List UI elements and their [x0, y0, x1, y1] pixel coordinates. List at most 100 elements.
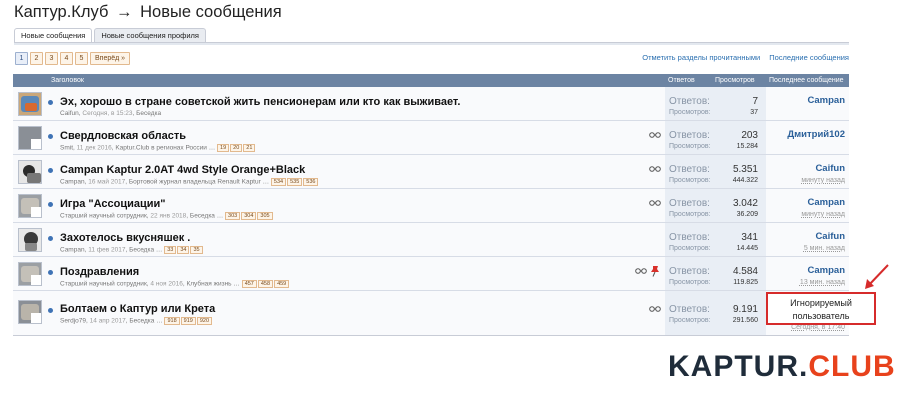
- page-link-3[interactable]: 3: [45, 52, 58, 65]
- last-post-user[interactable]: Caifun: [815, 231, 845, 242]
- page-link-5[interactable]: 5: [75, 52, 88, 65]
- thread-author[interactable]: Smit: [60, 145, 73, 152]
- thread-title-link[interactable]: Эх, хорошо в стране советской жить пенси…: [60, 96, 460, 108]
- tab-new-messages[interactable]: Новые сообщения: [14, 28, 93, 43]
- thread-author[interactable]: Campan: [60, 247, 85, 254]
- thread-date: 22 янв 2018: [150, 212, 187, 220]
- red-arrow-icon: [865, 264, 889, 289]
- tabs: Новые сообщения Новые сообщения профиля: [14, 28, 208, 43]
- page-jump-link[interactable]: 920: [196, 317, 213, 325]
- thread-author[interactable]: Старший научный сотрудник: [60, 281, 147, 288]
- glasses-icon: [649, 132, 661, 138]
- views-count: 36.209: [736, 211, 758, 218]
- tab-new-profile-messages[interactable]: Новые сообщения профиля: [94, 28, 206, 43]
- page-link-4[interactable]: 4: [60, 52, 73, 65]
- page-jump-link[interactable]: 534: [270, 178, 287, 186]
- last-post-user[interactable]: Campan: [808, 197, 845, 208]
- unread-dot-icon: [48, 134, 53, 139]
- page-link-1[interactable]: 1: [15, 52, 28, 65]
- views-count: 119.825: [733, 279, 758, 286]
- thread-forum[interactable]: Клубная жизнь: [186, 281, 231, 288]
- header-last-post[interactable]: Последнее сообщение: [769, 74, 844, 87]
- last-post-user[interactable]: Caifun: [815, 163, 845, 174]
- avatar[interactable]: [18, 228, 42, 252]
- replies-label: Ответов:: [669, 198, 710, 209]
- last-post-user[interactable]: Campan: [808, 95, 845, 106]
- page-jump-link[interactable]: 34: [177, 246, 190, 254]
- page-jump-link[interactable]: 20: [230, 144, 243, 152]
- page-jump-link[interactable]: 305: [257, 212, 273, 220]
- thread-forum[interactable]: Беседка: [129, 318, 154, 325]
- logo-part-kaptur: KAPTUR.: [668, 350, 809, 383]
- avatar[interactable]: [18, 262, 42, 286]
- last-post-time[interactable]: минуту назад: [801, 211, 845, 218]
- page-jump-link[interactable]: 535: [287, 178, 303, 186]
- glasses-icon: [649, 200, 661, 206]
- thread-title-link[interactable]: Болтаем о Каптур или Крета: [60, 303, 215, 315]
- thread-row: Свердловская область Smit, 11 дек 2016, …: [13, 121, 849, 155]
- page-jump-link[interactable]: 19: [217, 144, 230, 152]
- replies-label: Ответов:: [669, 304, 710, 315]
- thread-title-link[interactable]: Захотелось вкусняшек .: [60, 232, 190, 244]
- page-jump-link[interactable]: 458: [257, 280, 274, 288]
- page-jump-link[interactable]: 33: [164, 246, 177, 254]
- page-jump-link[interactable]: 457: [241, 280, 257, 288]
- latest-messages-link[interactable]: Последние сообщения: [769, 53, 849, 62]
- thread-row: Игра "Ассоциации" Старший научный сотруд…: [13, 189, 849, 223]
- thread-forum[interactable]: Беседка: [190, 213, 215, 220]
- avatar[interactable]: [18, 126, 42, 150]
- avatar[interactable]: [18, 160, 42, 184]
- views-label: Просмотров:: [669, 279, 711, 286]
- thread-author[interactable]: Caifun: [60, 110, 79, 117]
- thread-forum[interactable]: Беседка: [129, 247, 154, 254]
- replies-count: 4.584: [732, 266, 758, 277]
- thread-date: 16 май 2017: [88, 178, 126, 186]
- thread-stats: Ответов: 7 Просмотров: 37: [665, 87, 766, 120]
- glasses-icon: [635, 268, 647, 274]
- page-jump-link[interactable]: 536: [303, 178, 319, 186]
- page-link-2[interactable]: 2: [30, 52, 43, 65]
- breadcrumb-current: Новые сообщения: [140, 3, 282, 21]
- page-jump-link[interactable]: 919: [180, 317, 196, 325]
- ignored-line-2: пользователь: [792, 311, 850, 321]
- avatar[interactable]: [18, 92, 42, 116]
- thread-author[interactable]: Старший научный сотрудник: [60, 213, 147, 220]
- thread-author[interactable]: Serdjo79: [60, 318, 86, 325]
- next-page-button[interactable]: Вперёд »: [90, 52, 131, 65]
- last-post-time[interactable]: 13 мин. назад: [800, 279, 845, 286]
- page-jump-link[interactable]: 21: [243, 144, 256, 152]
- last-post-time[interactable]: Сегодня, в 17:40: [791, 324, 845, 331]
- avatar[interactable]: [18, 194, 42, 218]
- page-jump-link[interactable]: 304: [241, 212, 257, 220]
- mark-read-link[interactable]: Отметить разделы прочитанными: [642, 53, 760, 62]
- glasses-icon: [649, 306, 661, 312]
- last-post-user[interactable]: Campan: [808, 265, 845, 276]
- breadcrumb-forum-link[interactable]: Каптур.Клуб: [14, 3, 108, 21]
- page-jump-link[interactable]: 918: [164, 317, 180, 325]
- page-jump-link[interactable]: 35: [190, 246, 203, 254]
- thread-title-link[interactable]: Свердловская область: [60, 130, 186, 142]
- last-post-time[interactable]: минуту назад: [801, 177, 845, 184]
- thread-row: Болтаем о Каптур или Крета Serdjo79, 14 …: [13, 291, 849, 336]
- header-views[interactable]: Просмотров: [715, 74, 755, 87]
- thread-forum[interactable]: Бортовой журнал владельца Renault Kaptur: [129, 179, 261, 186]
- replies-label: Ответов:: [669, 232, 710, 243]
- thread-forum[interactable]: Kaptur.Club в регионах России: [115, 145, 207, 152]
- thread-title-link[interactable]: Campan Kaptur 2.0AT 4wd Style Orange+Bla…: [60, 164, 305, 176]
- last-post-user[interactable]: Дмитрий102: [787, 129, 845, 140]
- header-title[interactable]: Заголовок: [51, 74, 84, 87]
- page-jump-link[interactable]: 303: [225, 212, 241, 220]
- thread-title-link[interactable]: Поздравления: [60, 266, 139, 278]
- thread-row: Эх, хорошо в стране советской жить пенси…: [13, 87, 849, 121]
- header-replies[interactable]: Ответов: [668, 74, 695, 87]
- page-jump-link[interactable]: 459: [274, 280, 290, 288]
- last-post-time[interactable]: 5 мин. назад: [804, 245, 845, 252]
- views-count: 37: [750, 109, 758, 116]
- thread-forum[interactable]: Беседка: [136, 110, 161, 117]
- thread-title-link[interactable]: Игра "Ассоциации": [60, 198, 166, 210]
- avatar[interactable]: [18, 300, 42, 324]
- thread-meta: Smit, 11 дек 2016, Kaptur.Club в региона…: [60, 144, 256, 152]
- page-title: Каптур.Клуб → Новые сообщения: [14, 3, 282, 22]
- views-label: Просмотров:: [669, 245, 711, 252]
- thread-author[interactable]: Campan: [60, 179, 85, 186]
